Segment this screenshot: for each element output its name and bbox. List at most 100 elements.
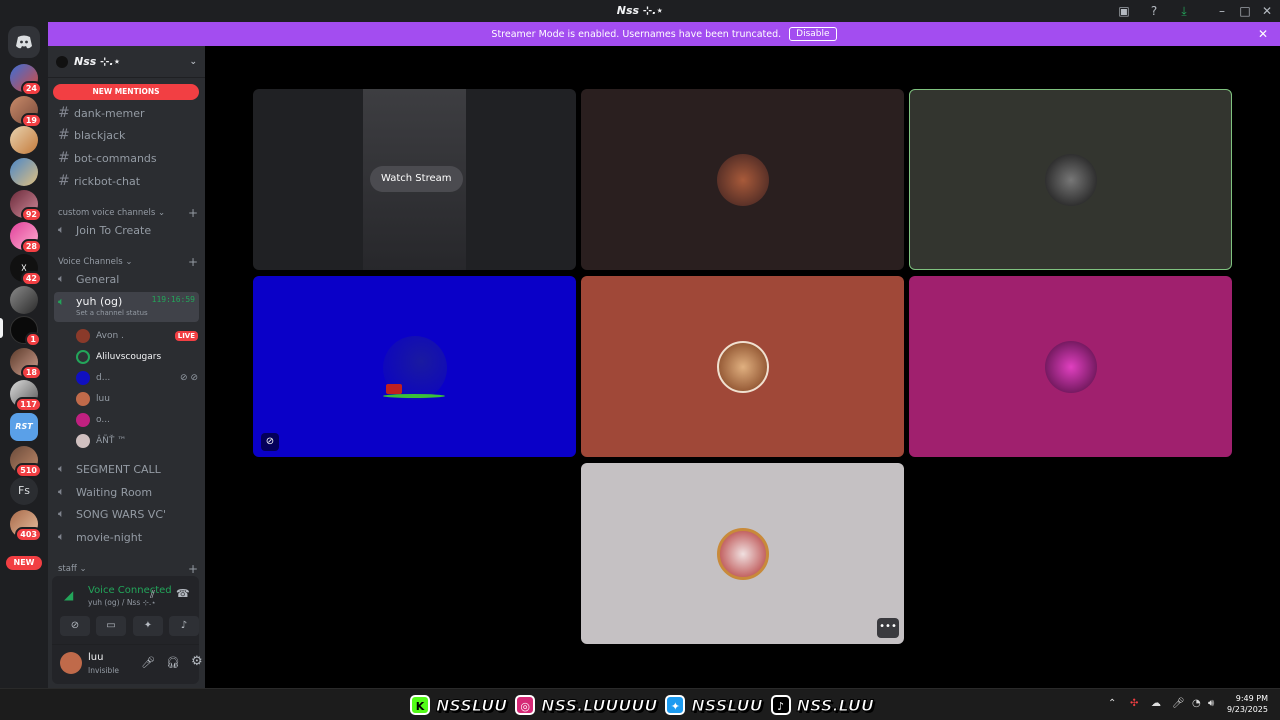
channel-bot-commands[interactable]: # bot-commands: [54, 148, 199, 168]
voice-user[interactable]: ÂÑŤ ™: [76, 432, 198, 450]
server-icon[interactable]: [10, 158, 38, 186]
disable-button[interactable]: Disable: [789, 27, 837, 41]
server-icon[interactable]: 18: [10, 348, 42, 380]
channel-status[interactable]: Set a channel status: [76, 309, 148, 317]
wifi-icon[interactable]: ◔: [1192, 698, 1201, 709]
more-options-icon[interactable]: •••: [877, 618, 899, 638]
headphones-icon[interactable]: 🎧︎: [166, 656, 180, 669]
disconnect-icon[interactable]: ☎: [176, 587, 190, 600]
banner-text: Streamer Mode is enabled. Usernames have…: [491, 28, 782, 40]
category-voice-channels[interactable]: Voice Channels ⌄ +: [58, 255, 198, 269]
add-channel-icon[interactable]: +: [188, 206, 198, 220]
watch-stream-button[interactable]: Watch Stream: [370, 166, 463, 192]
microphone-tray-icon[interactable]: 🎤︎: [1172, 698, 1185, 709]
user-name[interactable]: luu: [88, 652, 103, 663]
download-icon[interactable]: ⤓: [1176, 3, 1192, 19]
stream-tile[interactable]: Watch Stream: [253, 89, 576, 270]
server-icon[interactable]: 19: [10, 96, 42, 128]
user-avatar[interactable]: [60, 652, 82, 674]
server-icon[interactable]: Fs: [10, 477, 38, 505]
maximize-icon[interactable]: □: [1237, 3, 1253, 19]
server-icon[interactable]: 24: [10, 64, 42, 96]
microphone-icon[interactable]: 🎤︎: [141, 656, 155, 669]
voice-user[interactable]: Avon . LIVE: [76, 327, 198, 345]
tray-app-icon[interactable]: ✣: [1130, 698, 1138, 709]
live-badge: LIVE: [174, 331, 198, 341]
channel-dank-memer[interactable]: # dank-memer: [54, 103, 199, 123]
screen-icon[interactable]: ▣: [1116, 3, 1132, 19]
voice-user[interactable]: luu: [76, 390, 198, 408]
new-unreads-badge[interactable]: NEW: [6, 556, 42, 570]
channel-song-wars[interactable]: 🔈︎ SONG WARS VC': [54, 504, 199, 524]
server-icon[interactable]: [10, 286, 38, 314]
avatar: [1044, 153, 1097, 206]
new-mentions-pill[interactable]: NEW MENTIONS: [53, 84, 199, 100]
voice-connected-label[interactable]: Voice Connected: [88, 585, 172, 596]
voice-user[interactable]: d... ⊘ ⊘: [76, 369, 198, 387]
category-label: staff: [58, 564, 77, 574]
channel-general[interactable]: 🔈︎ General: [54, 269, 199, 289]
gear-icon[interactable]: ⚙: [191, 654, 203, 669]
guild-icon: [56, 55, 68, 68]
add-channel-icon[interactable]: +: [188, 562, 198, 576]
add-channel-icon[interactable]: +: [188, 255, 198, 269]
soundboard-button[interactable]: ♪: [169, 616, 199, 636]
guild-header[interactable]: Nss ⊹.⋆ ⌄: [48, 46, 205, 78]
unread-badge: 92: [20, 207, 42, 222]
minimize-icon[interactable]: –: [1214, 3, 1230, 19]
help-icon[interactable]: ?: [1146, 3, 1162, 19]
participant-tile[interactable]: [909, 276, 1232, 457]
discord-home-icon[interactable]: [8, 26, 40, 58]
streamer-mode-banner: Streamer Mode is enabled. Usernames have…: [48, 22, 1280, 46]
chevron-up-icon[interactable]: ⌃: [1108, 698, 1116, 709]
category-custom-voice[interactable]: custom voice channels ⌄ +: [58, 206, 198, 220]
participant-tile-speaking[interactable]: [909, 89, 1232, 270]
voice-user[interactable]: Aliluvscougars: [76, 348, 198, 366]
server-icon[interactable]: 117: [10, 380, 42, 412]
participant-tile[interactable]: [581, 276, 904, 457]
channel-join-to-create[interactable]: 🔈︎ Join To Create: [54, 220, 199, 240]
channel-label: Join To Create: [76, 223, 152, 237]
channel-rickbot-chat[interactable]: # rickbot-chat: [54, 171, 199, 191]
participant-tile[interactable]: •••: [581, 463, 904, 644]
server-icon[interactable]: 403: [10, 510, 42, 542]
system-clock[interactable]: 9:49 PM 9/23/2025: [1227, 693, 1268, 715]
voice-connected-subtitle[interactable]: yuh (og) / Nss ⊹.⋆: [88, 598, 156, 607]
server-icon[interactable]: 510: [10, 446, 42, 478]
instagram-icon: ◎: [515, 695, 536, 715]
activity-button[interactable]: ✦: [133, 616, 163, 636]
channel-waiting-room[interactable]: 🔈︎ Waiting Room: [54, 482, 199, 502]
channel-label: SEGMENT CALL: [76, 462, 161, 476]
server-icon[interactable]: 92: [10, 190, 42, 222]
camera-off-icon: ⊘: [261, 433, 279, 451]
avatar-figure: [386, 384, 402, 394]
user-label: Avon .: [96, 331, 124, 341]
close-window-icon[interactable]: ✕: [1259, 3, 1275, 19]
unread-badge: 403: [15, 527, 42, 542]
voice-user[interactable]: o...: [76, 411, 198, 429]
server-icon[interactable]: ☓ 42: [10, 254, 42, 286]
channel-movie-night[interactable]: 🔈︎ movie-night: [54, 527, 199, 547]
server-icon[interactable]: RST: [10, 413, 38, 441]
cloud-icon[interactable]: ☁: [1151, 698, 1161, 709]
category-staff[interactable]: staff ⌄ +: [58, 562, 198, 576]
channel-yuh-og[interactable]: 🔈︎ yuh (og) Set a channel status 119:16:…: [54, 292, 199, 322]
server-icon-selected[interactable]: 1: [10, 316, 41, 347]
server-icon[interactable]: [10, 126, 38, 154]
server-icon[interactable]: 28: [10, 222, 42, 254]
speaker-icon: 🔈︎: [58, 272, 65, 285]
screen-share-button[interactable]: ▭: [96, 616, 126, 636]
channel-segment-call[interactable]: 🔈︎ SEGMENT CALL: [54, 459, 199, 479]
participant-tile[interactable]: ⊘: [253, 276, 576, 457]
volume-icon[interactable]: 🔊︎: [1208, 698, 1214, 709]
noise-suppression-icon[interactable]: ⫽: [150, 588, 155, 602]
channel-blackjack[interactable]: # blackjack: [54, 125, 199, 145]
hashtag-icon: #: [58, 105, 70, 121]
avatar: [1044, 340, 1097, 393]
signal-icon[interactable]: ◢: [64, 588, 73, 602]
participant-tile[interactable]: [581, 89, 904, 270]
camera-off-button[interactable]: ⊘: [60, 616, 90, 636]
channel-label: SONG WARS VC': [76, 507, 167, 521]
close-icon[interactable]: ✕: [1258, 27, 1268, 41]
channel-label: dank-memer: [74, 106, 145, 120]
